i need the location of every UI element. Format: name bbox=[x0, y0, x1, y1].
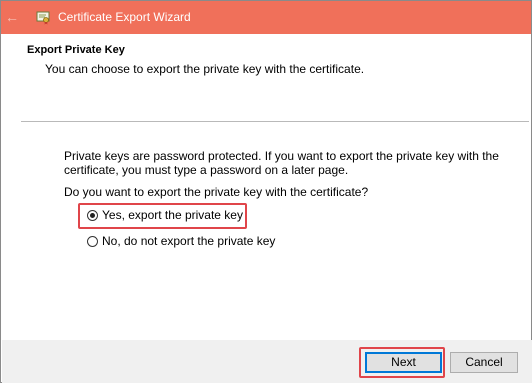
question-text: Do you want to export the private key wi… bbox=[64, 185, 369, 199]
cancel-button[interactable]: Cancel bbox=[450, 352, 518, 373]
next-button[interactable]: Next bbox=[365, 352, 442, 373]
instruction-text: Private keys are password protected. If … bbox=[64, 149, 499, 177]
radio-selected-icon[interactable] bbox=[87, 209, 98, 221]
back-arrow-icon[interactable]: ← bbox=[5, 10, 19, 24]
page-subtitle: You can choose to export the private key… bbox=[45, 62, 365, 76]
radio-unselected-icon[interactable] bbox=[87, 235, 98, 247]
radio-no-label: No, do not export the private key bbox=[102, 234, 276, 248]
radio-no-export-key[interactable]: No, do not export the private key bbox=[87, 234, 275, 248]
window-title: Certificate Export Wizard bbox=[58, 10, 191, 24]
title-bar: ← Certificate Export Wizard bbox=[1, 1, 531, 34]
certificate-export-wizard-window: ← Certificate Export Wizard Export Priva… bbox=[0, 0, 532, 383]
radio-yes-label: Yes, export the private key bbox=[102, 208, 243, 222]
radio-yes-export-key[interactable]: Yes, export the private key bbox=[87, 208, 243, 222]
page-title: Export Private Key bbox=[27, 44, 125, 56]
header-divider bbox=[21, 121, 529, 122]
certificate-icon bbox=[36, 11, 50, 25]
